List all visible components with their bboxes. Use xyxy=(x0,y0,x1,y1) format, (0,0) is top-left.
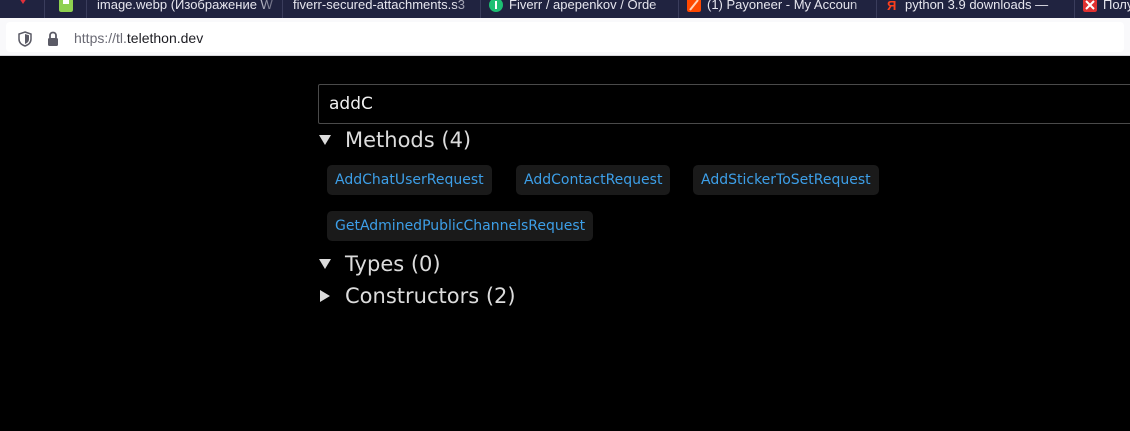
fiverr-icon xyxy=(489,0,503,12)
tab-app[interactable] xyxy=(44,0,87,18)
tab-fade xyxy=(453,0,481,18)
search-input[interactable] xyxy=(318,84,1130,124)
tab-fade xyxy=(651,0,679,18)
lock-icon[interactable] xyxy=(46,31,60,47)
result-link-get-admined-public-channels-request[interactable]: GetAdminedPublicChannelsRequest xyxy=(327,211,594,241)
tab-payoneer[interactable]: (1) Payoneer - My Accoun xyxy=(678,0,877,18)
triangle-right-icon xyxy=(320,290,330,302)
address-bar: https://tl.telethon.dev xyxy=(0,18,1130,56)
types-section-title: Types (0) xyxy=(345,252,441,276)
url-domain: telethon.dev xyxy=(126,30,204,46)
tab-fade xyxy=(1047,0,1075,18)
methods-section-toggle[interactable]: Methods (4) xyxy=(318,128,471,152)
pin-icon xyxy=(20,0,26,4)
result-link-add-chat-user-request[interactable]: AddChatUserRequest xyxy=(327,165,492,195)
shield-icon[interactable] xyxy=(18,31,32,47)
triangle-down-icon xyxy=(319,135,331,145)
tab-pinned[interactable] xyxy=(0,0,44,18)
url-prefix: https://tl. xyxy=(74,30,127,46)
types-section-toggle[interactable]: Types (0) xyxy=(318,252,441,276)
app-icon xyxy=(59,0,73,12)
constructors-section-title: Constructors (2) xyxy=(345,284,516,308)
url-text[interactable]: https://tl.telethon.dev xyxy=(74,30,203,46)
tab-fiverr-attachments[interactable]: fiverr-secured-attachments.s3 xyxy=(282,0,481,18)
tab-label: Fiverr / apepenkov / Orde xyxy=(509,0,657,12)
svg-text:Я: Я xyxy=(887,0,896,12)
triangle-down-icon xyxy=(319,259,331,269)
url-field[interactable]: https://tl.telethon.dev xyxy=(6,22,1124,52)
tab-partial[interactable]: Получ xyxy=(1074,0,1130,18)
tab-image-webp[interactable]: image.webp (Изображение W xyxy=(86,0,283,18)
tab-fiverr-order[interactable]: Fiverr / apepenkov / Orde xyxy=(480,0,679,18)
browser-tab-strip: image.webp (Изображение W fiverr-secured… xyxy=(0,0,1130,18)
close-icon xyxy=(1083,0,1097,12)
tab-label: Получ xyxy=(1103,0,1130,12)
tab-fade xyxy=(255,0,283,18)
tab-label: fiverr-secured-attachments.s3 xyxy=(293,0,465,12)
tab-label: (1) Payoneer - My Accoun xyxy=(707,0,858,12)
result-link-add-contact-request[interactable]: AddContactRequest xyxy=(516,165,671,195)
result-link-add-sticker-to-set-request[interactable]: AddStickerToSetRequest xyxy=(693,165,879,195)
yandex-icon: Я xyxy=(887,0,896,12)
tab-label: image.webp (Изображение W xyxy=(97,0,273,12)
constructors-section-toggle[interactable]: Constructors (2) xyxy=(318,284,516,308)
tab-label: python 3.9 downloads — xyxy=(905,0,1049,12)
tab-python-downloads[interactable]: Я python 3.9 downloads — xyxy=(876,0,1075,18)
payoneer-icon xyxy=(687,0,701,12)
tab-fade xyxy=(849,0,877,18)
methods-section-title: Methods (4) xyxy=(345,128,472,152)
